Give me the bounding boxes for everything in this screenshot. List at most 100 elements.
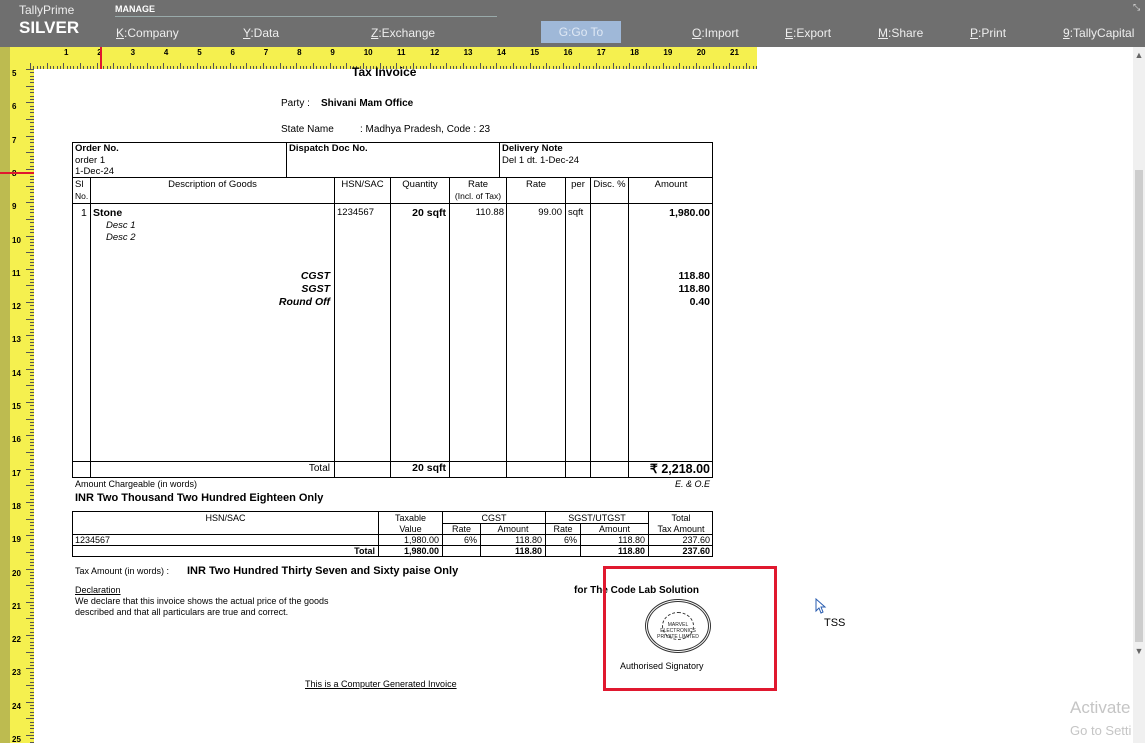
menu-tallycapital[interactable]: 9:TallyCapital bbox=[1063, 26, 1134, 40]
ruler-tick bbox=[30, 282, 34, 284]
ruler-tick bbox=[30, 245, 34, 247]
ruler-tick bbox=[26, 368, 34, 370]
ruler-tick bbox=[103, 66, 105, 69]
ruler-tick bbox=[30, 192, 34, 194]
ruler-tick bbox=[129, 63, 131, 69]
ruler-tick bbox=[26, 485, 34, 487]
menu-data[interactable]: Y:Data bbox=[243, 26, 279, 40]
ruler-tick bbox=[286, 66, 288, 69]
ruler-tick bbox=[30, 145, 34, 147]
ruler-tick bbox=[203, 66, 205, 69]
declaration-title: Declaration bbox=[75, 585, 121, 595]
ruler-tick bbox=[30, 538, 34, 540]
ruler-number: 19 bbox=[663, 48, 673, 57]
ruler-tick bbox=[26, 618, 34, 620]
ruler-tick bbox=[549, 66, 551, 69]
ruler-tick bbox=[30, 605, 34, 607]
ruler-tick bbox=[30, 721, 34, 723]
menu-export[interactable]: E:Export bbox=[785, 26, 831, 40]
ruler-tick bbox=[502, 66, 504, 69]
tax-col-cgst-rate: Rate bbox=[451, 524, 471, 534]
ruler-tick bbox=[30, 342, 34, 344]
menu-import[interactable]: O:Import bbox=[692, 26, 739, 40]
tax-col-sgst: SGST/UTGST bbox=[568, 513, 626, 523]
menu-share[interactable]: M:Share bbox=[878, 26, 923, 40]
ruler-tick bbox=[119, 66, 121, 69]
ruler-tick bbox=[26, 102, 34, 104]
ruler-tick bbox=[30, 455, 34, 457]
ruler-tick bbox=[732, 66, 734, 69]
ruler-tick bbox=[30, 495, 34, 497]
menu-goto[interactable]: G:Go To bbox=[541, 21, 621, 43]
scroll-down-icon[interactable]: ▼ bbox=[1133, 646, 1145, 656]
invoice-items-table bbox=[72, 142, 713, 478]
ruler-tick bbox=[346, 63, 348, 69]
ruler-tick bbox=[642, 66, 644, 69]
ruler-tick bbox=[30, 558, 34, 560]
ruler-tick bbox=[30, 338, 34, 340]
ruler-tick bbox=[30, 95, 34, 97]
ruler-tick bbox=[186, 66, 188, 69]
ruler-number: 1 bbox=[64, 48, 69, 57]
ruler-tick bbox=[199, 66, 201, 69]
menu-exchange[interactable]: Z:Exchange bbox=[371, 26, 435, 40]
ruler-number: 9 bbox=[330, 48, 335, 57]
ruler-tick bbox=[626, 66, 628, 69]
ruler-number: 4 bbox=[163, 48, 169, 57]
ruler-tick bbox=[30, 415, 34, 417]
menu-company[interactable]: K:Company bbox=[116, 26, 179, 40]
ruler-tick bbox=[216, 66, 218, 69]
ruler-tick bbox=[30, 695, 34, 697]
tax-col-value: Value bbox=[399, 524, 422, 534]
ruler-number: 21 bbox=[730, 48, 739, 57]
col-rate: Rate bbox=[525, 179, 547, 190]
ruler-tick bbox=[30, 162, 34, 164]
ruler-tick bbox=[729, 63, 731, 69]
ruler-tick bbox=[705, 66, 707, 69]
ruler-tick bbox=[496, 63, 498, 69]
ruler-tick bbox=[602, 66, 604, 69]
ruler-tick bbox=[253, 66, 255, 69]
ruler-tick bbox=[749, 66, 751, 69]
ruler-tick bbox=[209, 66, 211, 69]
ruler-tick bbox=[30, 308, 34, 310]
ruler-tick bbox=[30, 358, 34, 360]
ruler-tick bbox=[30, 128, 34, 130]
ruler-number: 20 bbox=[696, 48, 706, 57]
state-value: : Madhya Pradesh, Code : 23 bbox=[360, 124, 491, 135]
ruler-tick bbox=[30, 78, 34, 80]
ruler-tick bbox=[30, 505, 34, 507]
ruler-tick bbox=[30, 405, 34, 407]
ruler-number: 5 bbox=[12, 69, 17, 78]
mouse-cursor-icon bbox=[815, 598, 827, 614]
ruler-tick bbox=[739, 66, 741, 69]
ruler-tick bbox=[30, 508, 34, 510]
scroll-up-icon[interactable]: ▲ bbox=[1133, 50, 1145, 60]
ruler-tick bbox=[30, 305, 34, 307]
ruler-tick bbox=[26, 385, 34, 387]
ruler-tick bbox=[609, 66, 611, 69]
ruler-tick bbox=[79, 63, 81, 69]
ruler-tick bbox=[30, 398, 34, 400]
ruler-tick bbox=[276, 66, 278, 69]
ruler-tick bbox=[26, 252, 34, 254]
ruler-tick bbox=[339, 66, 341, 69]
menu-print[interactable]: P:Print bbox=[970, 26, 1006, 40]
ruler-tick bbox=[133, 66, 135, 69]
ruler-tick bbox=[56, 66, 58, 69]
ruler-tick bbox=[36, 66, 38, 69]
item-sl: 1 bbox=[81, 207, 87, 219]
ruler-tick bbox=[26, 152, 34, 154]
ruler-tick bbox=[632, 66, 634, 69]
ruler-tick bbox=[243, 66, 245, 69]
ruler-tick bbox=[26, 601, 34, 603]
ruler-tick bbox=[566, 66, 568, 69]
ruler-tick bbox=[93, 66, 95, 69]
tax-total-taxable: 1,980.00 bbox=[403, 546, 439, 556]
ruler-tick bbox=[96, 63, 98, 69]
ruler-tick bbox=[30, 625, 34, 627]
ruler-tick bbox=[283, 66, 285, 69]
scrollbar-thumb[interactable] bbox=[1135, 170, 1143, 642]
resize-icon[interactable]: ⤡ bbox=[1133, 2, 1140, 13]
ruler-number: 3 bbox=[130, 48, 136, 57]
